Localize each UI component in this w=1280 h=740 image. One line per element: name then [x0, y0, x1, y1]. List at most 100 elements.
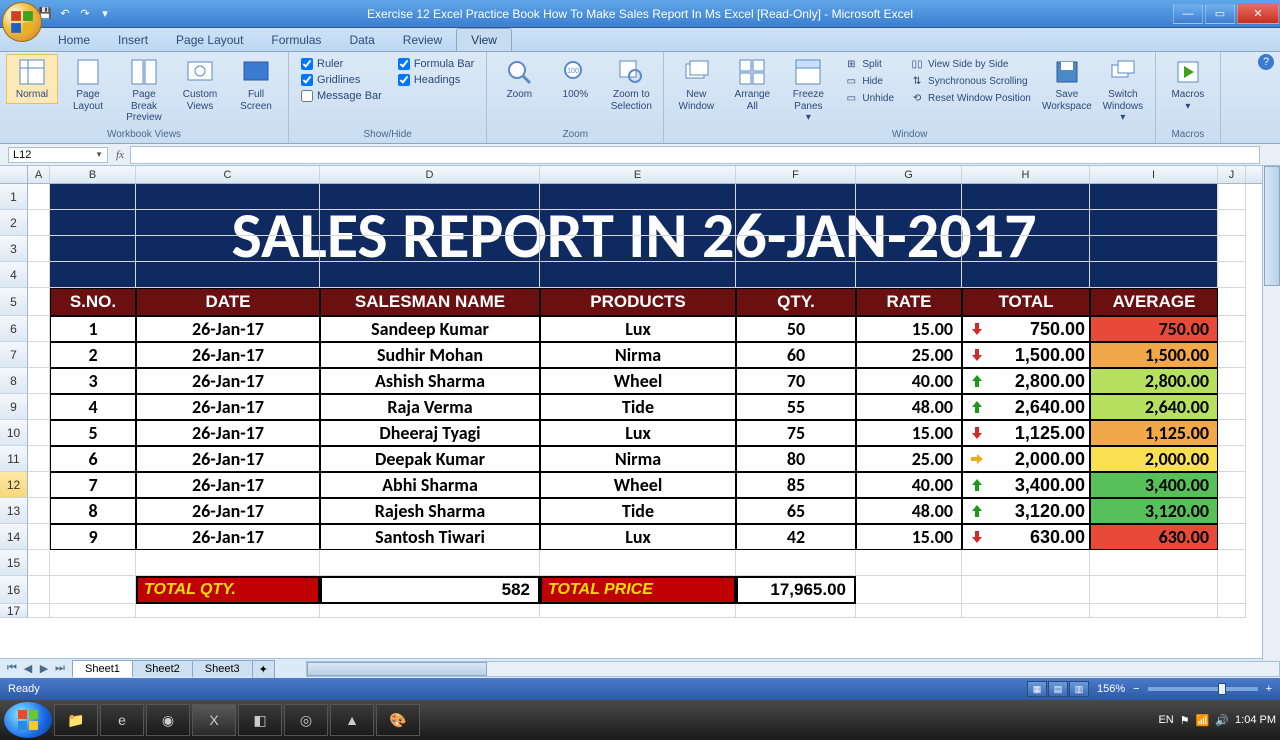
cell[interactable] — [540, 184, 736, 210]
cell-date[interactable]: 26-Jan-17 — [136, 524, 320, 550]
cell-salesman[interactable]: Sudhir Mohan — [320, 342, 540, 368]
cell[interactable] — [962, 236, 1090, 262]
cell-salesman[interactable]: Raja Verma — [320, 394, 540, 420]
cell[interactable] — [856, 184, 962, 210]
cell-total[interactable]: 2,800.00 — [962, 368, 1090, 394]
col-header-G[interactable]: G — [856, 166, 962, 183]
cell[interactable] — [856, 262, 962, 288]
cell-date[interactable]: 26-Jan-17 — [136, 394, 320, 420]
cell[interactable] — [736, 550, 856, 576]
cell-total[interactable]: 2,640.00 — [962, 394, 1090, 420]
cell[interactable] — [856, 236, 962, 262]
cell[interactable] — [1218, 604, 1246, 618]
cell[interactable] — [28, 604, 50, 618]
row-header[interactable]: 5 — [0, 288, 28, 316]
col-header-B[interactable]: B — [50, 166, 136, 183]
zoom-level[interactable]: 156% — [1097, 683, 1125, 695]
cell-qty[interactable]: 55 — [736, 394, 856, 420]
headings-checkbox[interactable]: Headings — [398, 74, 475, 86]
row-header[interactable]: 10 — [0, 420, 28, 446]
cell-sno[interactable]: 2 — [50, 342, 136, 368]
tab-home[interactable]: Home — [44, 29, 104, 51]
cell-date[interactable]: 26-Jan-17 — [136, 420, 320, 446]
cell[interactable] — [856, 210, 962, 236]
switch-windows-button[interactable]: Switch Windows▾ — [1097, 54, 1149, 127]
header-rate[interactable]: RATE — [856, 288, 962, 316]
cell-product[interactable]: Lux — [540, 524, 736, 550]
cell-rate[interactable]: 15.00 — [856, 420, 962, 446]
cell-rate[interactable]: 15.00 — [856, 316, 962, 342]
cell[interactable] — [50, 576, 136, 604]
cell-product[interactable]: Nirma — [540, 446, 736, 472]
cell[interactable] — [50, 210, 136, 236]
full-screen-button[interactable]: Full Screen — [230, 54, 282, 115]
cell-average[interactable]: 2,640.00 — [1090, 394, 1218, 420]
cell[interactable] — [1218, 420, 1246, 446]
cell[interactable] — [1218, 210, 1246, 236]
help-icon[interactable]: ? — [1258, 54, 1274, 70]
tab-review[interactable]: Review — [389, 29, 456, 51]
row-header[interactable]: 9 — [0, 394, 28, 420]
cell[interactable] — [1090, 576, 1218, 604]
sheet-nav-prev-icon[interactable]: ◀ — [20, 662, 36, 675]
cell[interactable] — [1090, 604, 1218, 618]
zoom-out-icon[interactable]: − — [1133, 683, 1139, 695]
cell[interactable] — [962, 262, 1090, 288]
cell[interactable] — [1218, 576, 1246, 604]
cell[interactable] — [1218, 446, 1246, 472]
cell[interactable] — [962, 576, 1090, 604]
cell-average[interactable]: 3,400.00 — [1090, 472, 1218, 498]
cell[interactable] — [962, 184, 1090, 210]
row-header[interactable]: 8 — [0, 368, 28, 394]
cell-total[interactable]: 750.00 — [962, 316, 1090, 342]
cell[interactable] — [1218, 288, 1246, 316]
cell[interactable] — [320, 236, 540, 262]
cell-sno[interactable]: 7 — [50, 472, 136, 498]
horizontal-scrollbar[interactable] — [306, 661, 1280, 677]
col-header-D[interactable]: D — [320, 166, 540, 183]
cell-total[interactable]: 2,000.00 — [962, 446, 1090, 472]
cell[interactable] — [540, 550, 736, 576]
cell[interactable] — [28, 262, 50, 288]
hide-button[interactable]: ▭Hide — [842, 73, 896, 89]
cell-average[interactable]: 3,120.00 — [1090, 498, 1218, 524]
zoom-100-button[interactable]: 100100% — [549, 54, 601, 104]
cell-date[interactable]: 26-Jan-17 — [136, 446, 320, 472]
row-header[interactable]: 3 — [0, 236, 28, 262]
cell[interactable] — [1218, 262, 1246, 288]
header-products[interactable]: PRODUCTS — [540, 288, 736, 316]
cell-product[interactable]: Nirma — [540, 342, 736, 368]
zoom-in-icon[interactable]: + — [1266, 683, 1272, 695]
cell[interactable] — [50, 262, 136, 288]
cell[interactable] — [540, 262, 736, 288]
total-qty-label[interactable]: TOTAL QTY. — [136, 576, 320, 604]
cell-sno[interactable]: 5 — [50, 420, 136, 446]
cell[interactable] — [28, 342, 50, 368]
tray-time[interactable]: 1:04 PM — [1235, 714, 1276, 726]
cell-salesman[interactable]: Sandeep Kumar — [320, 316, 540, 342]
vertical-scrollbar[interactable] — [1262, 166, 1280, 660]
cell-average[interactable]: 2,000.00 — [1090, 446, 1218, 472]
cell-sno[interactable]: 3 — [50, 368, 136, 394]
row-header[interactable]: 12 — [0, 472, 28, 498]
cell[interactable] — [28, 472, 50, 498]
row-header[interactable]: 6 — [0, 316, 28, 342]
cell-total[interactable]: 3,120.00 — [962, 498, 1090, 524]
cell[interactable] — [28, 446, 50, 472]
freeze-panes-button[interactable]: Freeze Panes▾ — [782, 54, 834, 127]
cell-salesman[interactable]: Dheeraj Tyagi — [320, 420, 540, 446]
cell[interactable] — [28, 420, 50, 446]
taskbar-excel-icon[interactable]: X — [192, 704, 236, 736]
cell-average[interactable]: 750.00 — [1090, 316, 1218, 342]
cell[interactable] — [136, 262, 320, 288]
tray-volume-icon[interactable]: 🔊 — [1215, 714, 1229, 727]
cell[interactable] — [28, 288, 50, 316]
col-header-A[interactable]: A — [28, 166, 50, 183]
page-layout-button[interactable]: Page Layout — [62, 54, 114, 115]
office-button[interactable] — [2, 2, 42, 42]
normal-view-button[interactable]: Normal — [6, 54, 58, 104]
cell-product[interactable]: Wheel — [540, 472, 736, 498]
cell-qty[interactable]: 60 — [736, 342, 856, 368]
row-header[interactable]: 11 — [0, 446, 28, 472]
cell[interactable] — [136, 604, 320, 618]
